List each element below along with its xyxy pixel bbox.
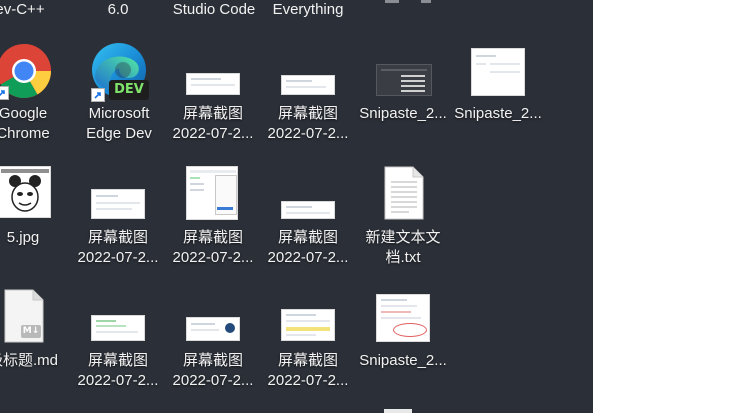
desktop-icon-screenshot-4[interactable]: 屏幕截图 2022-07-2... bbox=[167, 164, 259, 274]
label-line1: Snipaste_2... bbox=[359, 105, 447, 122]
label-line2: 2022-07-2... bbox=[172, 249, 254, 266]
desktop-icon-screenshot-5[interactable]: 屏幕截图 2022-07-2... bbox=[262, 164, 354, 274]
image-thumbnail-icon bbox=[281, 309, 335, 341]
image-thumbnail-icon bbox=[186, 166, 238, 220]
chrome-icon bbox=[0, 42, 53, 100]
label-line2: 档.txt bbox=[385, 249, 421, 266]
desktop-icon-screenshot-3[interactable]: 屏幕截图 2022-07-2... bbox=[72, 164, 164, 274]
text-file-icon bbox=[383, 166, 425, 220]
label-line2: 2022-07-2... bbox=[267, 372, 349, 389]
markdown-badge-text: M↓ bbox=[22, 326, 40, 336]
image-thumbnail-icon bbox=[376, 294, 430, 342]
label-line1: Microsoft bbox=[88, 105, 150, 122]
image-thumbnail-icon bbox=[471, 48, 525, 96]
dev-badge-text: DEV bbox=[114, 82, 144, 97]
dev-badge: DEV bbox=[109, 80, 149, 100]
label-line2: 2022-07-2... bbox=[172, 372, 254, 389]
label-line1: Snipaste_2... bbox=[359, 352, 447, 369]
desktop-icon-screenshot-2[interactable]: 屏幕截图 2022-07-2... bbox=[262, 40, 354, 150]
image-thumbnail-icon bbox=[281, 201, 335, 219]
edge-dev-icon: DEV bbox=[89, 40, 151, 102]
desktop-icon-markdown-file[interactable]: M↓ 级标题.md bbox=[0, 287, 69, 397]
label-line2: 2022-07-2... bbox=[267, 249, 349, 266]
label-line2: 2022-07-2... bbox=[77, 249, 159, 266]
label-line1: 屏幕截图 bbox=[182, 229, 243, 246]
label-line1: 屏幕截图 bbox=[182, 352, 243, 369]
label-line1: Snipaste_2... bbox=[454, 105, 542, 122]
partial-icon-bottom bbox=[384, 409, 412, 413]
label-line1: 5.jpg bbox=[6, 229, 40, 246]
shortcut-arrow-icon bbox=[91, 88, 105, 102]
desktop-icon-google-chrome[interactable]: Google Chrome bbox=[0, 40, 69, 150]
desktop-icon-screenshot-7[interactable]: 屏幕截图 2022-07-2... bbox=[167, 287, 259, 397]
label-line2: Edge Dev bbox=[86, 125, 152, 142]
desktop-icon-microsoft-edge-dev[interactable]: DEV Microsoft Edge Dev bbox=[73, 40, 165, 150]
desktop-label-everything[interactable]: Everything bbox=[258, 0, 358, 20]
desktop-icon-snipaste-1[interactable]: Snipaste_2... bbox=[357, 40, 449, 150]
image-thumbnail-icon bbox=[376, 64, 432, 96]
desktop-icon-new-text-document[interactable]: 新建文本文 档.txt bbox=[357, 164, 449, 274]
label-line2: Chrome bbox=[0, 125, 50, 142]
label-line2: 2022-07-2... bbox=[267, 125, 349, 142]
image-thumbnail-icon bbox=[186, 73, 240, 95]
desktop: ev-C++ 6.0 Studio Code Everything Google… bbox=[0, 0, 593, 413]
markdown-file-icon: M↓ bbox=[3, 289, 45, 343]
desktop-label-vscode[interactable]: Studio Code bbox=[164, 0, 264, 20]
partial-icon-top bbox=[385, 0, 399, 3]
image-thumbnail-icon bbox=[91, 315, 145, 341]
image-thumbnail-icon bbox=[0, 166, 51, 218]
desktop-icon-screenshot-6[interactable]: 屏幕截图 2022-07-2... bbox=[72, 287, 164, 397]
label-line1: 屏幕截图 bbox=[277, 352, 338, 369]
desktop-icon-snipaste-2[interactable]: Snipaste_2... bbox=[452, 40, 544, 150]
desktop-label-devcpp[interactable]: ev-C++ bbox=[0, 0, 70, 20]
shortcut-arrow-icon bbox=[0, 86, 9, 100]
partial-icon-top-2 bbox=[421, 0, 431, 3]
desktop-icon-screenshot-1[interactable]: 屏幕截图 2022-07-2... bbox=[167, 40, 259, 150]
label-line1: 屏幕截图 bbox=[277, 229, 338, 246]
desktop-icon-5-jpg[interactable]: 5.jpg bbox=[0, 164, 69, 274]
blank-area bbox=[593, 0, 748, 413]
image-thumbnail-icon bbox=[91, 189, 145, 219]
image-thumbnail-icon bbox=[186, 317, 240, 341]
label-line1: 屏幕截图 bbox=[277, 105, 338, 122]
label-line2: 2022-07-2... bbox=[77, 372, 159, 389]
label-line1: 新建文本文 bbox=[365, 229, 441, 246]
desktop-label-vc6[interactable]: 6.0 bbox=[68, 0, 168, 20]
label-line1: 屏幕截图 bbox=[182, 105, 243, 122]
image-thumbnail-icon bbox=[281, 75, 335, 95]
label-line2: 2022-07-2... bbox=[172, 125, 254, 142]
label-line1: 屏幕截图 bbox=[87, 352, 148, 369]
label-line1: Google bbox=[0, 105, 48, 122]
label-line1: 级标题.md bbox=[0, 352, 58, 369]
desktop-icon-snipaste-3[interactable]: Snipaste_2... bbox=[357, 287, 449, 397]
desktop-icon-screenshot-8[interactable]: 屏幕截图 2022-07-2... bbox=[262, 287, 354, 397]
label-line1: 屏幕截图 bbox=[87, 229, 148, 246]
